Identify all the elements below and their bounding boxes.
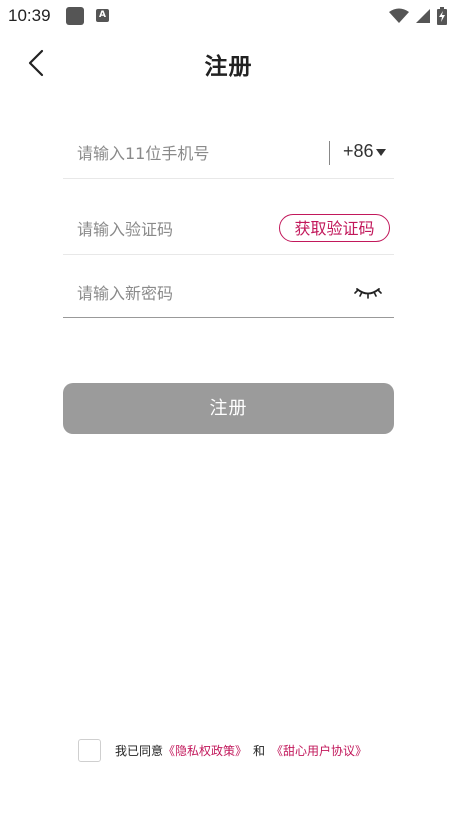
status-time: 10:39 [8,6,51,25]
signal-icon [416,9,430,23]
phone-input[interactable] [63,128,327,178]
agreement-checkbox[interactable] [78,738,101,762]
password-visibility-toggle[interactable] [353,282,383,302]
agreement-prefix: 我已同意 [115,743,164,758]
agreement-and: 和 [253,743,266,758]
privacy-policy-link[interactable]: 《隐私权政策》 [163,742,247,759]
wifi-icon [389,8,409,23]
eye-closed-icon [354,288,382,299]
status-icons [389,6,447,26]
a-badge-icon: A [96,9,109,22]
verification-code-input[interactable] [63,204,277,254]
notification-square-icon [66,7,84,25]
password-row [63,270,394,318]
code-row: 获取验证码 [63,204,394,255]
phone-divider [329,141,330,165]
user-agreement-link[interactable]: 《甜心用户协议》 [271,742,367,759]
get-code-button[interactable]: 获取验证码 [279,214,390,242]
battery-charging-icon [437,7,447,25]
register-button[interactable]: 注册 [63,383,394,434]
phone-row: +86 [63,128,394,179]
caret-down-icon [375,148,386,156]
password-input[interactable] [63,270,337,317]
page-title: 注册 [204,54,253,80]
country-code-select[interactable]: +86 [343,141,386,162]
status-bar: 10:39 A [0,0,457,32]
country-code-value: +86 [343,141,374,161]
agreement-row: 我已同意 《隐私权政策》 和 《甜心用户协议》 [78,737,367,763]
